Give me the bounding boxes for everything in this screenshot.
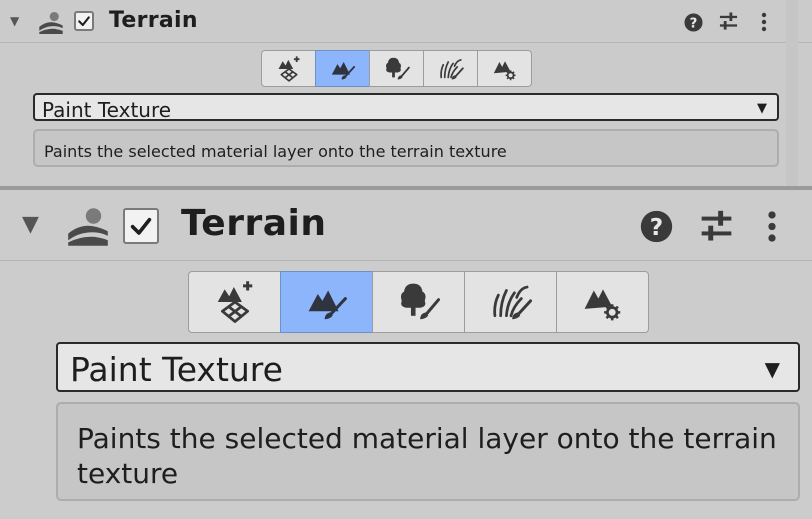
component-header[interactable]: ▼ Terrain — [0, 0, 812, 43]
paint-terrain-icon — [304, 279, 350, 325]
terrain-tool-bar — [261, 50, 532, 87]
dropdown-arrow-icon: ▼ — [764, 357, 780, 381]
component-title: Terrain — [109, 8, 198, 33]
terrain-settings-icon — [580, 279, 626, 325]
paint-details-icon — [437, 55, 465, 83]
paint-terrain-button[interactable] — [315, 50, 370, 87]
kebab-menu-icon[interactable] — [765, 210, 779, 243]
terrain-settings-icon — [491, 55, 519, 83]
help-icon[interactable] — [640, 210, 673, 243]
checkmark-icon — [127, 212, 155, 240]
paint-mode-selected: Paint Texture — [70, 350, 283, 389]
scrollbar[interactable] — [786, 0, 798, 190]
paint-trees-icon — [383, 55, 411, 83]
paint-trees-button[interactable] — [372, 271, 465, 333]
terrain-inspector-zoomed: ▼ Terrain Paint Texture ▼ Paints the sel… — [0, 186, 812, 519]
component-title: Terrain — [181, 203, 327, 244]
paint-details-icon — [488, 279, 534, 325]
create-neighbor-terrains-icon — [212, 279, 258, 325]
create-neighbor-terrains-button[interactable] — [188, 271, 281, 333]
paint-trees-button[interactable] — [369, 50, 424, 87]
triangle-down-icon[interactable]: ▼ — [22, 212, 39, 237]
paint-trees-icon — [396, 279, 442, 325]
component-header[interactable]: ▼ Terrain — [0, 190, 812, 261]
triangle-down-icon[interactable]: ▼ — [10, 14, 19, 28]
paint-mode-description-box: Paints the selected material layer onto … — [56, 402, 800, 501]
terrain-settings-button[interactable] — [477, 50, 532, 87]
help-icon[interactable] — [684, 13, 703, 32]
component-enabled-checkbox[interactable] — [123, 208, 159, 244]
terrain-tool-bar — [188, 271, 649, 333]
paint-terrain-icon — [329, 55, 357, 83]
paint-mode-dropdown[interactable]: Paint Texture ▼ — [33, 93, 779, 122]
kebab-menu-icon[interactable] — [760, 12, 768, 32]
paint-mode-description-box: Paints the selected material layer onto … — [33, 129, 779, 167]
paint-mode-description: Paints the selected material layer onto … — [44, 142, 507, 161]
terrain-component-icon — [38, 11, 64, 35]
dropdown-arrow-icon: ▼ — [757, 101, 767, 116]
presets-sliders-icon[interactable] — [700, 210, 733, 243]
terrain-component-icon — [66, 207, 110, 247]
paint-terrain-button[interactable] — [280, 271, 373, 333]
paint-details-button[interactable] — [423, 50, 478, 87]
paint-details-button[interactable] — [464, 271, 557, 333]
paint-mode-selected: Paint Texture — [42, 98, 172, 122]
presets-sliders-icon[interactable] — [719, 12, 738, 31]
paint-mode-description: Paints the selected material layer onto … — [77, 422, 777, 490]
create-neighbor-terrains-button[interactable] — [261, 50, 316, 87]
create-neighbor-terrains-icon — [275, 55, 303, 83]
terrain-inspector-small: ▼ Terrain Paint Texture ▼ Paints the sel… — [0, 0, 812, 190]
terrain-settings-button[interactable] — [556, 271, 649, 333]
component-enabled-checkbox[interactable] — [74, 11, 94, 31]
checkmark-icon — [76, 13, 92, 29]
paint-mode-dropdown[interactable]: Paint Texture ▼ — [56, 342, 800, 392]
